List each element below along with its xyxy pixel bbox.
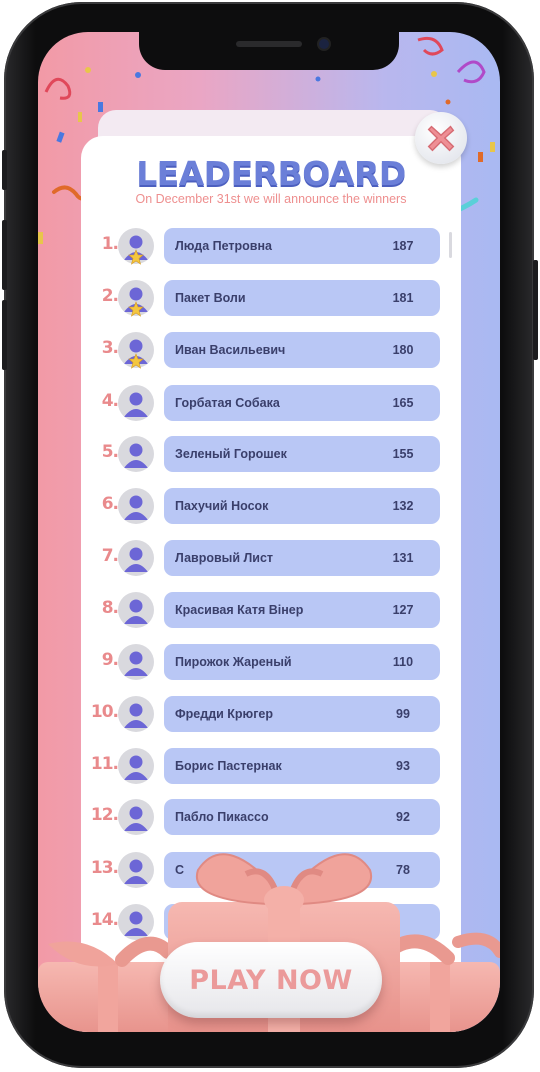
player-name: Люда Петровна [175,239,272,253]
side-button [2,150,7,190]
rank-number: 8. [101,598,119,618]
player-score: 131 [392,551,414,565]
list-item: 5. Зеленый Горошек 155 [38,436,500,474]
front-camera [319,39,329,49]
avatar [118,644,154,680]
page-title: LEADERBOARD [136,154,406,193]
list-item: 3. Иван Васильевич 180 [38,332,500,370]
close-icon [427,125,455,152]
rank-number: 3. [101,338,119,358]
list-item: 8. Красивая Катя Вінер 127 [38,592,500,630]
player-name: Пакет Воли [175,291,246,305]
avatar [118,488,154,524]
player-name: Иван Васильевич [175,343,286,357]
list-item: 6. Пахучий Носок 132 [38,488,500,526]
player-score: 187 [392,239,414,253]
list-item: 4. Горбатая Собака 165 [38,385,500,423]
side-button [533,260,538,360]
avatar [118,436,154,472]
side-button [2,220,7,290]
player-score: 181 [392,291,414,305]
star-icon [128,249,144,265]
player-name: Пирожок Жареный [175,655,292,669]
app-screen: LEADERBOARD On December 31st we will ann… [38,32,500,1032]
avatar [118,540,154,576]
player-name: Горбатая Собака [175,396,280,410]
rank-number: 9. [101,650,119,670]
scrollbar[interactable] [449,232,452,258]
player-score: 155 [392,447,414,461]
player-score: 93 [396,759,410,773]
notch [139,32,399,70]
speaker [236,41,302,47]
rank-number: 10. [90,702,119,722]
rank-number: 4. [101,391,119,411]
page-subtitle: On December 31st we will announce the wi… [135,192,407,206]
star-icon [128,301,144,317]
side-button [2,300,7,370]
player-name: Борис Пастернак [175,759,282,773]
close-button[interactable] [415,112,467,164]
rank-number: 7. [101,546,119,566]
player-score: 180 [392,343,414,357]
avatar [118,748,154,784]
rank-number: 2. [101,286,119,306]
list-item: 1. Люда Петровна 187 [38,228,500,266]
player-score: 110 [392,655,414,669]
rank-number: 5. [101,442,119,462]
list-item: 11. Борис Пастернак 93 [38,748,500,786]
player-name: Фредди Крюгер [175,707,274,721]
player-score: 132 [392,499,414,513]
player-name: Лавровый Лист [175,551,274,565]
player-score: 165 [392,396,414,410]
list-item: 2. Пакет Воли 181 [38,280,500,318]
list-item: 9. Пирожок Жареный 110 [38,644,500,682]
play-now-label: PLAY NOW [189,964,353,996]
list-item: 7. Лавровый Лист 131 [38,540,500,578]
player-name: Красивая Катя Вінер [175,603,304,617]
player-score: 127 [392,603,414,617]
player-name: Зеленый Горошек [175,447,287,461]
player-name: Пахучий Носок [175,499,269,513]
avatar [118,592,154,628]
avatar [118,385,154,421]
rank-number: 11. [90,754,119,774]
avatar [118,696,154,732]
rank-number: 6. [101,494,119,514]
play-now-button[interactable]: PLAY NOW [160,942,382,1018]
star-icon [128,353,144,369]
player-score: 99 [396,707,410,721]
rank-number: 1. [101,234,119,254]
list-item: 10. Фредди Крюгер 99 [38,696,500,734]
